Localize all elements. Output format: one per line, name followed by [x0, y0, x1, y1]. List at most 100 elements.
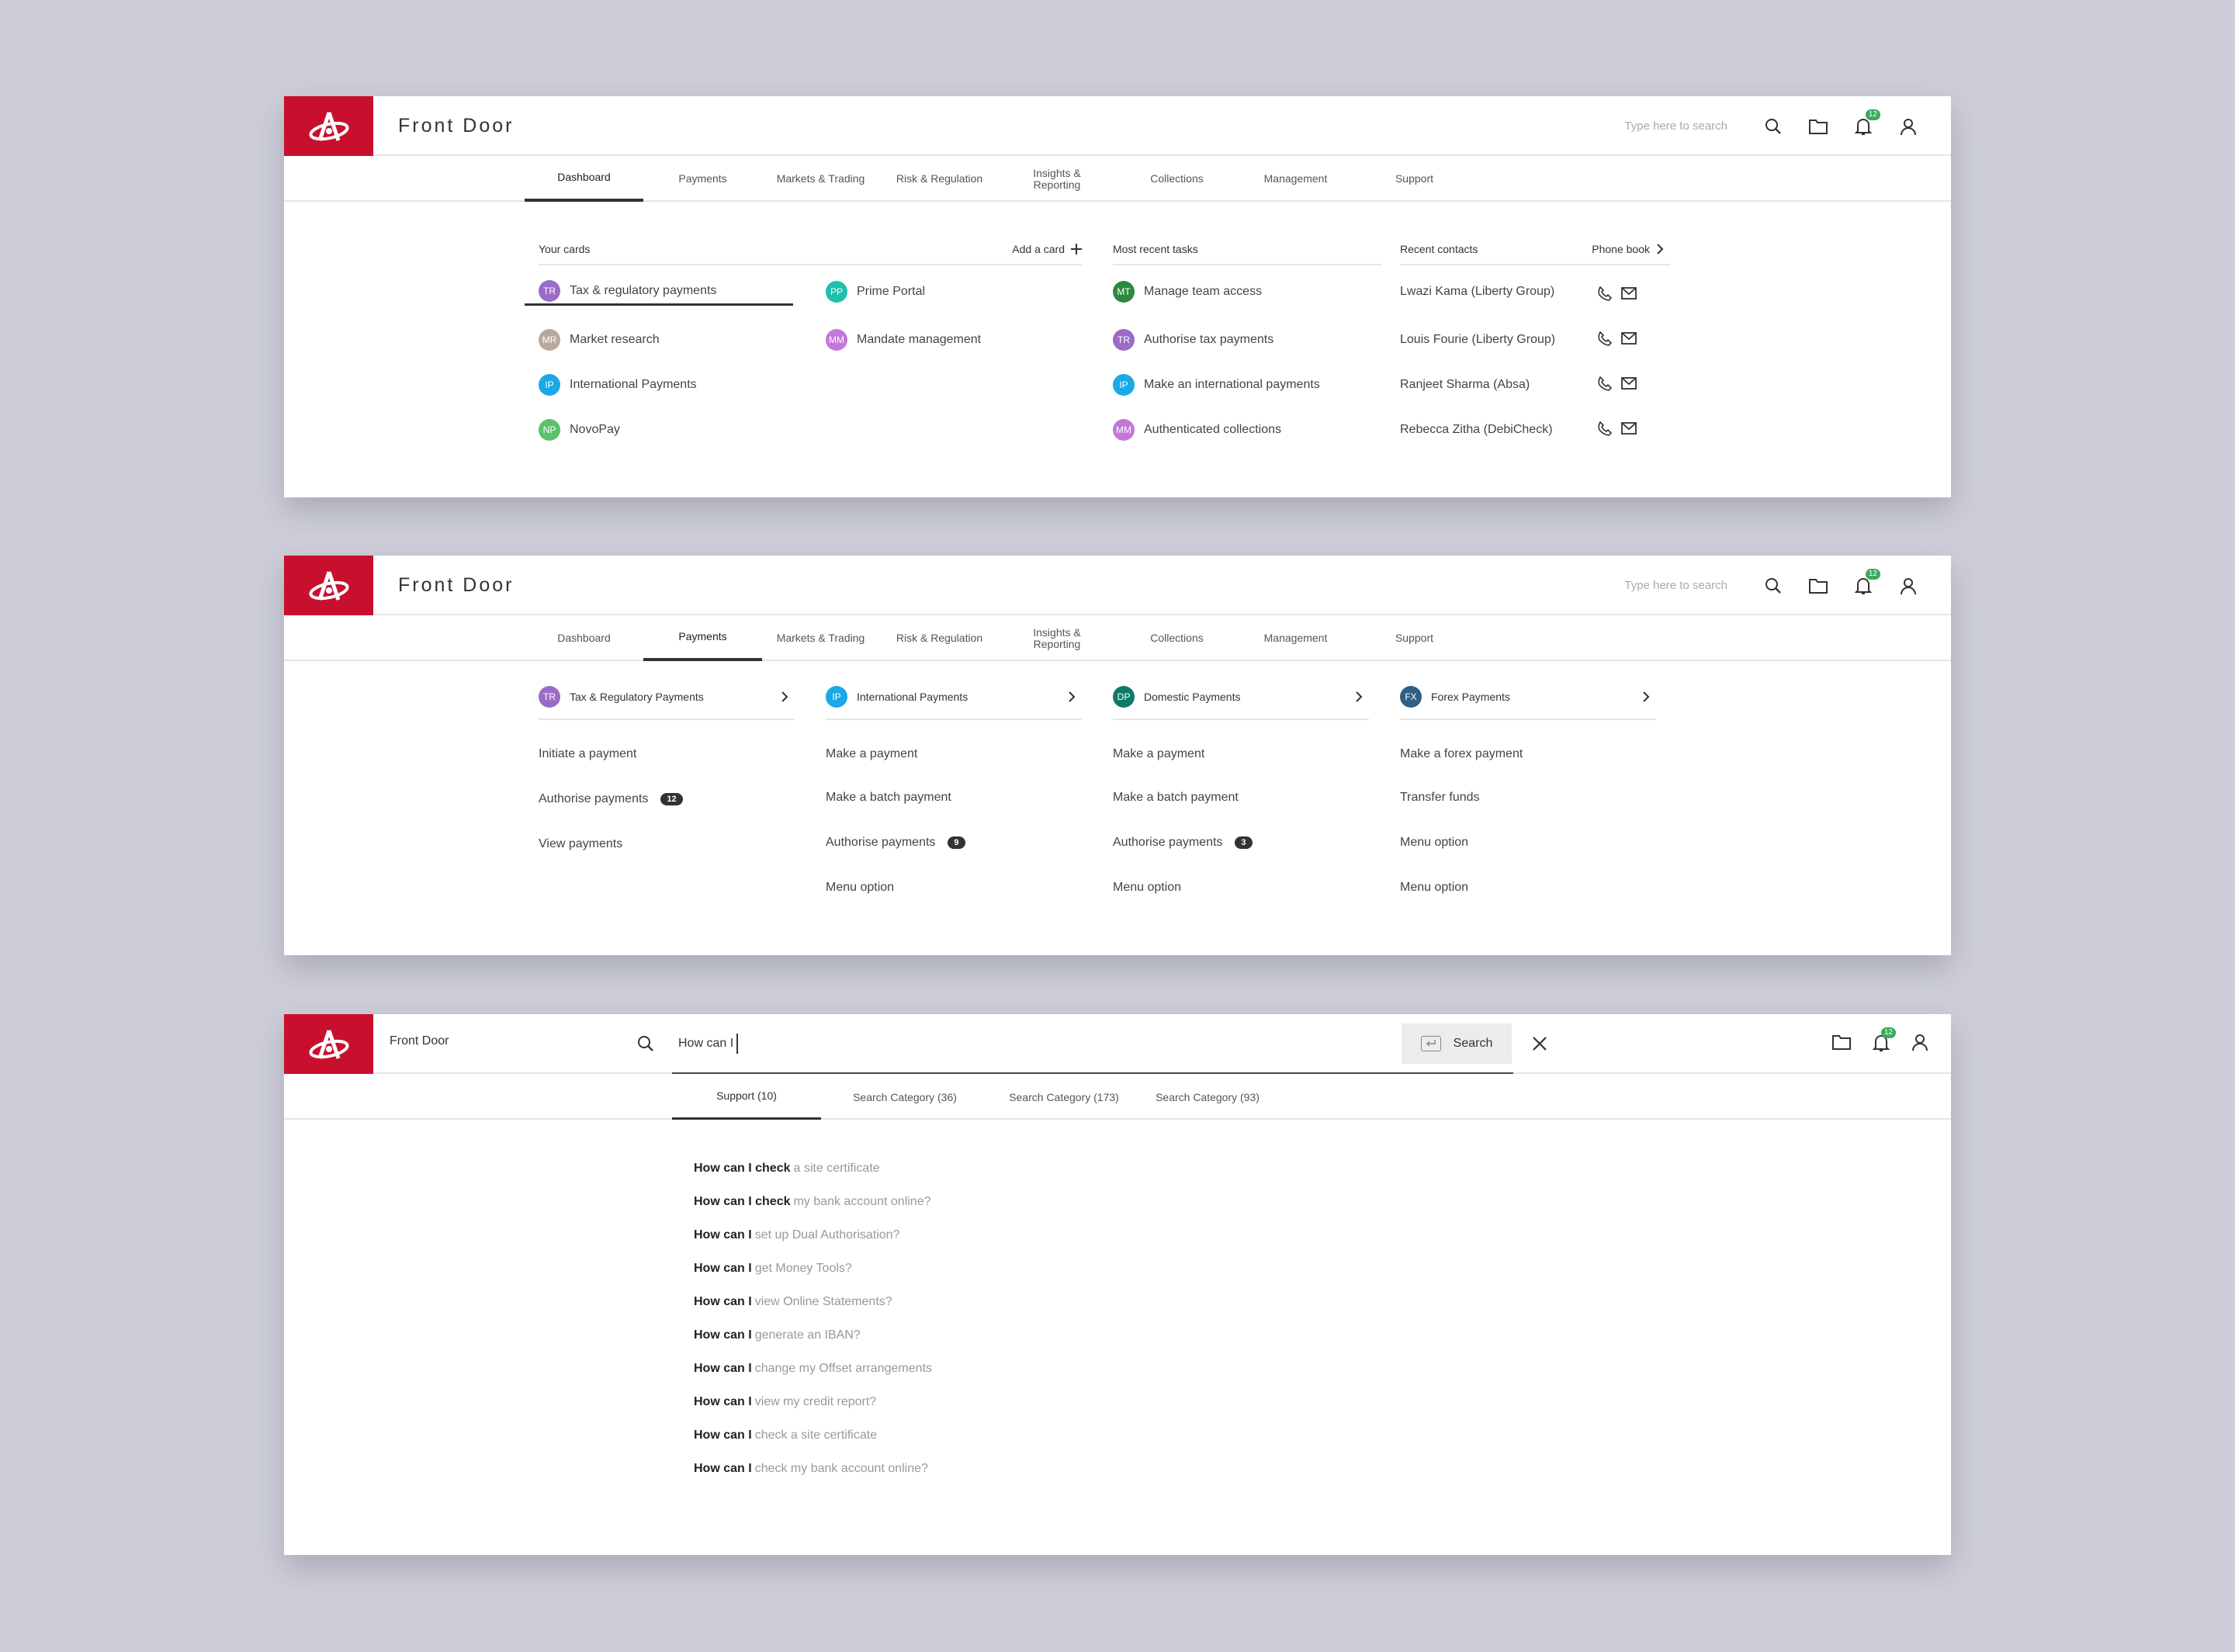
card-item[interactable]: MM Mandate management [826, 326, 981, 354]
header-search-placeholder[interactable]: Type here to search [1624, 119, 1727, 133]
card-item[interactable]: IP International Payments [539, 371, 697, 399]
card-item[interactable]: TR Tax & regulatory payments [525, 278, 793, 306]
payments-category-header[interactable]: DP Domestic Payments [1113, 675, 1369, 720]
tab-support[interactable]: Support [1355, 156, 1474, 202]
tab-risk-regulation[interactable]: Risk & Regulation [880, 615, 999, 661]
bell-icon[interactable]: 12 [1852, 109, 1880, 138]
menu-item[interactable]: Make a payment [826, 740, 917, 768]
close-icon[interactable] [1532, 1036, 1547, 1055]
search-suggestion[interactable]: How can Icheck a site certificate [694, 1418, 877, 1452]
tasks-header: Most recent tasks [1113, 234, 1381, 265]
task-item[interactable]: TR Authorise tax payments [1113, 326, 1273, 354]
tab-markets-trading[interactable]: Markets & Trading [761, 615, 880, 661]
tab-search-category[interactable]: Search Category (173) [990, 1074, 1138, 1120]
phone-book-link[interactable]: Phone book [1592, 243, 1670, 255]
menu-item[interactable]: Authorise payments 12 [539, 785, 683, 813]
task-item[interactable]: IP Make an international payments [1113, 371, 1320, 399]
menu-item[interactable]: Menu option [826, 874, 894, 902]
menu-item-label: Authorise payments [1113, 836, 1223, 849]
search-suggestion[interactable]: How can Iview my credit report? [694, 1385, 876, 1418]
menu-item[interactable]: Menu option [1400, 829, 1468, 857]
search-suggestion[interactable]: How can Igenerate an IBAN? [694, 1318, 861, 1352]
mail-icon[interactable] [1620, 286, 1637, 300]
menu-item[interactable]: Authorise payments 3 [1113, 829, 1253, 857]
phone-icon[interactable] [1597, 376, 1613, 391]
menu-item[interactable]: Initiate a payment [539, 740, 636, 768]
tab-markets-trading[interactable]: Markets & Trading [761, 156, 880, 202]
brand-logo[interactable] [284, 556, 373, 615]
search-icon[interactable] [636, 1034, 655, 1057]
contact-item[interactable]: Ranjeet Sharma (Absa) [1400, 371, 1530, 399]
tab-collections[interactable]: Collections [1118, 615, 1236, 661]
user-icon[interactable] [1911, 1033, 1929, 1055]
search-suggestion[interactable]: How can Icheck my bank account online? [694, 1452, 928, 1485]
payments-category-header[interactable]: TR Tax & Regulatory Payments [539, 675, 795, 720]
phone-icon[interactable] [1597, 286, 1613, 301]
search-suggestion[interactable]: How can I check my bank account online? [694, 1185, 931, 1218]
search-suggestion[interactable]: How can Iget Money Tools? [694, 1252, 852, 1285]
tab-management[interactable]: Management [1236, 156, 1355, 202]
notification-badge: 12 [1880, 1027, 1896, 1038]
payments-category-header[interactable]: IP International Payments [826, 675, 1082, 720]
search-input[interactable]: How can I Search [672, 1014, 1513, 1074]
phone-icon[interactable] [1597, 331, 1613, 346]
card-item[interactable]: PP Prime Portal [826, 278, 925, 306]
mail-icon[interactable] [1620, 376, 1637, 390]
category-avatar: DP [1113, 686, 1135, 708]
user-icon[interactable] [1897, 115, 1920, 138]
suggestion-match: How can I [694, 1428, 752, 1442]
search-button[interactable]: Search [1402, 1023, 1512, 1064]
mail-icon[interactable] [1620, 331, 1637, 345]
user-icon[interactable] [1897, 574, 1920, 597]
task-item[interactable]: MM Authenticated collections [1113, 416, 1281, 444]
tab-collections[interactable]: Collections [1118, 156, 1236, 202]
tab-risk-regulation[interactable]: Risk & Regulation [880, 156, 999, 202]
tab-insights-reporting[interactable]: Insights & Reporting [1020, 156, 1094, 202]
add-card-button[interactable]: Add a card [1012, 243, 1082, 255]
contact-item[interactable]: Louis Fourie (Liberty Group) [1400, 326, 1555, 354]
menu-item[interactable]: Menu option [1113, 874, 1181, 902]
task-item[interactable]: MT Manage team access [1113, 278, 1262, 306]
menu-item[interactable]: Authorise payments 9 [826, 829, 965, 857]
search-suggestion[interactable]: How can Ichange my Offset arrangements [694, 1352, 932, 1385]
tab-dashboard[interactable]: Dashboard [525, 156, 643, 202]
search-suggestion[interactable]: How can Iview Online Statements? [694, 1285, 892, 1318]
menu-item[interactable]: View payments [539, 830, 622, 858]
folder-icon[interactable] [1831, 1033, 1852, 1055]
search-suggestion[interactable]: How can I check a site certificate [694, 1152, 880, 1185]
brand-logo[interactable] [284, 1014, 373, 1074]
phone-icon[interactable] [1597, 421, 1613, 436]
menu-item[interactable]: Make a batch payment [1113, 784, 1239, 812]
search-icon[interactable] [1762, 115, 1785, 138]
tab-search-category[interactable]: Search Category (93) [1138, 1074, 1277, 1120]
mail-icon[interactable] [1620, 421, 1637, 435]
menu-item[interactable]: Menu option [1400, 874, 1468, 902]
card-item[interactable]: MR Market research [539, 326, 660, 354]
app-header: Front Door Type here to search 12 [284, 556, 1951, 615]
tab-search-category[interactable]: Search Category (36) [835, 1074, 975, 1120]
menu-item[interactable]: Make a forex payment [1400, 740, 1523, 768]
folder-icon[interactable] [1807, 574, 1830, 597]
search-icon[interactable] [1762, 574, 1785, 597]
card-avatar: TR [539, 279, 560, 302]
bell-icon[interactable]: 12 [1852, 568, 1880, 597]
bell-icon[interactable]: 12 [1872, 1027, 1896, 1057]
tab-support[interactable]: Support [1355, 615, 1474, 661]
tab-dashboard[interactable]: Dashboard [525, 615, 643, 661]
folder-icon[interactable] [1807, 115, 1830, 138]
tab-insights-reporting[interactable]: Insights & Reporting [1020, 615, 1094, 661]
payments-category-header[interactable]: FX Forex Payments [1400, 675, 1656, 720]
contact-item[interactable]: Lwazi Kama (Liberty Group) [1400, 278, 1554, 306]
tab-payments[interactable]: Payments [643, 615, 762, 661]
card-item[interactable]: NP NovoPay [539, 416, 620, 444]
menu-item[interactable]: Make a batch payment [826, 784, 951, 812]
header-search-placeholder[interactable]: Type here to search [1624, 579, 1727, 592]
brand-logo[interactable] [284, 96, 373, 156]
menu-item[interactable]: Transfer funds [1400, 784, 1480, 812]
tab-management[interactable]: Management [1236, 615, 1355, 661]
search-suggestion[interactable]: How can Iset up Dual Authorisation? [694, 1218, 899, 1252]
contact-item[interactable]: Rebecca Zitha (DebiCheck) [1400, 416, 1553, 444]
tab-support-results[interactable]: Support (10) [672, 1074, 821, 1120]
tab-payments[interactable]: Payments [643, 156, 762, 202]
menu-item[interactable]: Make a payment [1113, 740, 1204, 768]
